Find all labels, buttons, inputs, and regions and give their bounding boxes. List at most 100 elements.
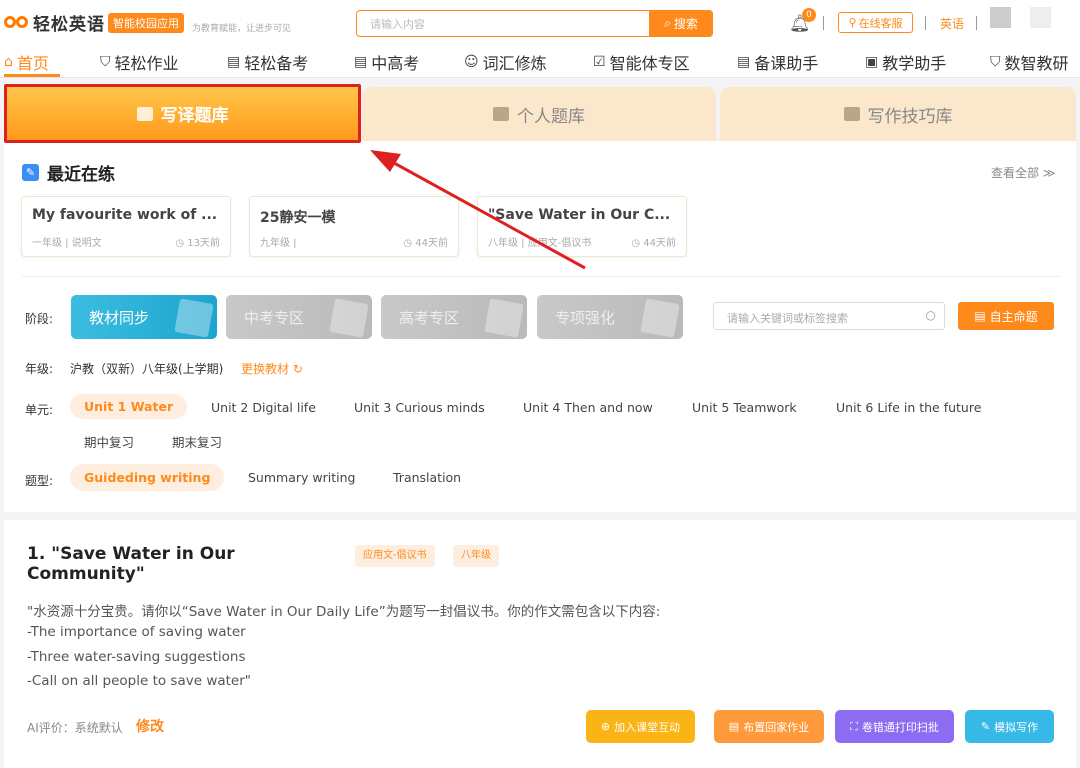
nav-label: 智能体专区 (609, 54, 690, 73)
stage-zhongkao[interactable]: 中考专区 (226, 295, 372, 339)
tab-personal-bank[interactable]: 个人题库 (362, 87, 716, 141)
recent-item[interactable]: 25静安一模 九年级 | ◷ 44天前 (249, 196, 459, 257)
unit-option[interactable]: 期中复习 (84, 432, 134, 451)
scan-icon: ⛶ (850, 719, 858, 733)
type-option[interactable]: Translation (393, 470, 461, 485)
recent-item-time: ◷ 13天前 (175, 234, 220, 249)
nav-item-agents[interactable]: ☑ 智能体专区 (593, 50, 690, 74)
prompt-line: -Three water-saving suggestions (27, 649, 246, 665)
document-icon: ▤ (354, 54, 368, 70)
view-all-link[interactable]: 查看全部 ≫ (991, 164, 1055, 181)
unit-option[interactable]: 期末复习 (172, 432, 222, 451)
mock-writing-button[interactable]: ✎ 模拟写作 (965, 710, 1054, 743)
type-label: 题型: (25, 474, 54, 488)
change-textbook-link[interactable]: 更换教材 ↻ (241, 360, 303, 377)
assign-homework-button[interactable]: ▤ 布置回家作业 (714, 710, 824, 743)
logo[interactable]: 轻松英语 (4, 10, 105, 35)
nav-item-home[interactable]: ⌂ 首页 (4, 50, 49, 74)
time-text: 13天前 (187, 238, 220, 249)
recent-item-time: ◷ 44天前 (631, 234, 676, 249)
grade-value: 沪教（双新）八年级(上学期) (70, 362, 224, 376)
button-label: 自主命题 (989, 309, 1038, 324)
unit-option[interactable]: Unit 2 Digital life (211, 400, 316, 415)
user-menu[interactable] (1030, 7, 1051, 28)
recent-item[interactable]: My favourite work of ... 一年级 | 说明文 ◷ 13天… (21, 196, 231, 257)
tab-label: 写作技巧库 (867, 106, 953, 127)
grade-tag: 八年级 (453, 545, 499, 567)
nav-label: 数智教研 (1004, 54, 1069, 73)
language-switch[interactable]: 英语 (940, 15, 964, 32)
print-scan-button[interactable]: ⛶ 卷错通打印扫批 (835, 710, 954, 743)
stage-special-training[interactable]: 专项强化 (537, 295, 683, 339)
recent-item-title: 25静安一模 (260, 210, 336, 226)
prompt-line: -The importance of saving water (27, 624, 246, 640)
search-button[interactable]: ⌕ 搜索 (649, 9, 713, 37)
search-icon[interactable]: ○ (926, 308, 936, 322)
person-card-icon (493, 107, 509, 121)
recent-section-title: ✎ 最近在练 (22, 160, 115, 185)
keyword-search-input[interactable]: 请输入关键词或标签搜索 ○ (713, 302, 945, 330)
avatar[interactable] (990, 7, 1011, 28)
nav-item-lesson-assistant[interactable]: ▤ 备课助手 (737, 50, 818, 74)
book-icon: ▣ (865, 54, 879, 70)
top-bar: 轻松英语 智能校园应用 为教育赋能，让进步可见 请输入内容 ⌕ 搜索 🔔︎ 0 … (0, 0, 1080, 44)
nav-item-exam-prep[interactable]: ▤ 轻松备考 (227, 50, 308, 74)
stage-textbook-sync[interactable]: 教材同步 (71, 295, 217, 339)
list-icon (136, 106, 153, 121)
custom-question-button[interactable]: ▤ 自主命题 (958, 302, 1054, 330)
unit-option[interactable]: Unit 6 Life in the future (836, 400, 981, 415)
search-input[interactable]: 请输入内容 ⌕ 搜索 (356, 9, 713, 37)
nav-item-entrance-exams[interactable]: ▤ 中高考 (354, 50, 419, 74)
nav-item-teaching-assistant[interactable]: ▣ 教学助手 (865, 50, 946, 74)
nav-label: 词汇修炼 (482, 54, 547, 73)
search-icon: ⌕ (664, 15, 671, 30)
pen-icon: ✎ (980, 720, 991, 733)
active-nav-indicator (4, 74, 60, 77)
recent-item-title: "Save Water in Our C... (488, 207, 671, 223)
tab-label: 个人题库 (517, 106, 585, 127)
tab-label: 写译题库 (160, 106, 229, 126)
grade-label: 年级: (25, 362, 54, 376)
book-illustration-icon (174, 298, 214, 338)
stage-gaokao[interactable]: 高考专区 (381, 295, 527, 339)
button-label: 布置回家作业 (743, 720, 810, 734)
recent-item[interactable]: "Save Water in Our C... 八年级 | 应用文-倡议书 ◷ … (477, 196, 687, 257)
shield-icon: ⛉ (990, 54, 1001, 70)
time-text: 44天前 (643, 238, 676, 249)
online-service-button[interactable]: ⚲ 在线客服 (838, 12, 913, 33)
shield-icon: ⛉ (100, 54, 111, 70)
tab-writing-skills[interactable]: 写作技巧库 (720, 87, 1076, 141)
slogan: 为教育赋能，让进步可见 (192, 24, 292, 34)
nav-item-vocabulary[interactable]: ☺ 词汇修炼 (464, 50, 547, 74)
notification-badge: 0 (802, 8, 816, 22)
nav-item-research[interactable]: ⛉ 数智教研 (990, 50, 1069, 74)
stage-text: 高考专区 (399, 308, 460, 327)
add-to-class-button[interactable]: ⊕ 加入课堂互动 (586, 710, 695, 743)
divider (925, 16, 926, 30)
document-icon: ▤ (227, 54, 241, 70)
nav-item-homework[interactable]: ⛉ 轻松作业 (100, 50, 179, 74)
type-option[interactable]: Guideding writing (70, 464, 225, 491)
type-option[interactable]: Summary writing (248, 470, 355, 485)
button-label: 加入课堂互动 (614, 720, 681, 734)
link-text: 更换教材 (241, 362, 290, 376)
unit-label: 单元: (25, 403, 54, 417)
recent-item-meta: 九年级 | (260, 238, 297, 249)
unit-option[interactable]: Unit 3 Curious minds (354, 400, 485, 415)
keyword-placeholder: 请输入关键词或标签搜索 (727, 312, 848, 325)
unit-option[interactable]: Unit 1 Water (70, 394, 188, 419)
logo-text: 轻松英语 (33, 15, 105, 35)
nav-label: 首页 (16, 54, 49, 73)
document-icon: ▤ (728, 720, 740, 733)
divider (976, 16, 977, 30)
stage-text: 中考专区 (244, 308, 305, 327)
time-text: 44天前 (415, 238, 448, 249)
edit-icon: ✎ (22, 164, 39, 181)
home-icon: ⌂ (4, 54, 13, 70)
unit-option[interactable]: Unit 5 Teamwork (692, 400, 797, 415)
question-title[interactable]: 1. "Save Water in Our Community" (27, 544, 347, 584)
unit-option[interactable]: Unit 4 Then and now (523, 400, 653, 415)
person-book-icon: ☺ (464, 54, 479, 70)
ai-edit-link[interactable]: 修改 (136, 716, 164, 736)
tab-writing-bank[interactable]: 写译题库 (4, 84, 361, 143)
